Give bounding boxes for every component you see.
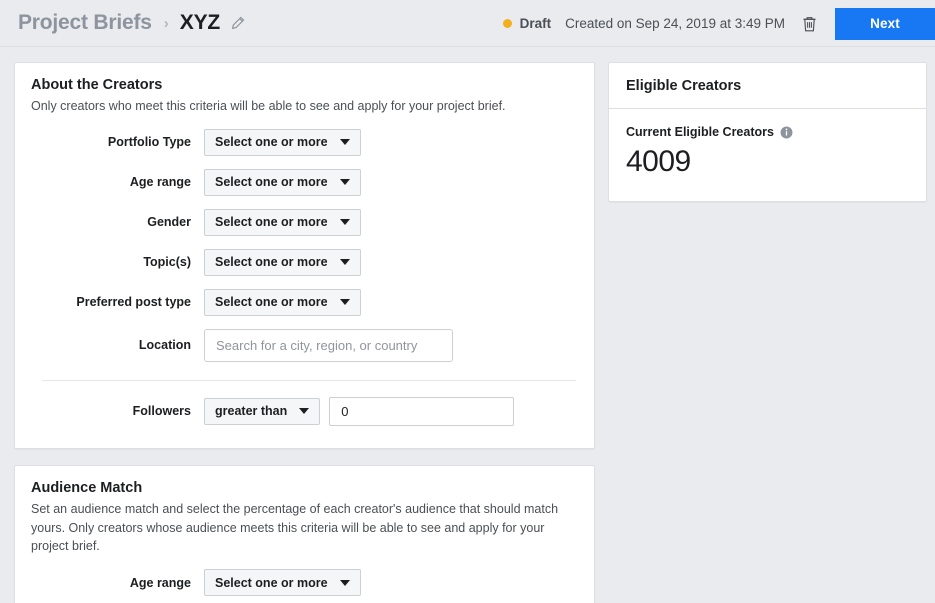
field-row-preferred-post-type: Preferred post type Select one or more xyxy=(31,288,578,316)
audience-match-card: Audience Match Set an audience match and… xyxy=(14,464,595,603)
field-row-followers: Followers greater than xyxy=(31,396,578,426)
dropdown-portfolio-type[interactable]: Select one or more xyxy=(204,128,361,156)
eligible-creators-panel: Eligible Creators Current Eligible Creat… xyxy=(608,62,927,202)
dropdown-topics-value: Select one or more xyxy=(215,255,328,270)
dropdown-age-range[interactable]: Select one or more xyxy=(204,168,361,196)
audience-match-fields: Age range Select one or more xyxy=(31,569,578,596)
chevron-down-icon xyxy=(339,299,350,306)
breadcrumb-separator-icon: › xyxy=(163,14,169,32)
field-row-age-range: Age range Select one or more xyxy=(31,168,578,196)
dropdown-gender-value: Select one or more xyxy=(215,215,328,230)
section-divider xyxy=(42,379,576,381)
label-gender: Gender xyxy=(147,215,191,230)
label-preferred-post-type: Preferred post type xyxy=(76,295,191,310)
chevron-down-icon xyxy=(339,139,350,146)
followers-count-input[interactable] xyxy=(329,396,515,426)
dropdown-gender[interactable]: Select one or more xyxy=(204,208,361,236)
dropdown-portfolio-type-value: Select one or more xyxy=(215,135,328,150)
chevron-down-icon xyxy=(339,259,350,266)
about-creators-description: Only creators who meet this criteria wil… xyxy=(31,99,506,113)
dropdown-preferred-post-type[interactable]: Select one or more xyxy=(204,288,361,316)
dropdown-topics[interactable]: Select one or more xyxy=(204,248,361,276)
about-creators-fields: Portfolio Type Select one or more Age ra… xyxy=(31,128,578,362)
chevron-down-icon xyxy=(339,579,350,586)
label-age-range: Age range xyxy=(129,175,191,190)
field-row-portfolio-type: Portfolio Type Select one or more xyxy=(31,128,578,156)
label-followers: Followers xyxy=(132,404,191,419)
field-row-topics: Topic(s) Select one or more xyxy=(31,248,578,276)
field-row-audience-age-range: Age range Select one or more xyxy=(31,569,578,596)
page-title: XYZ xyxy=(179,11,221,34)
header-status-actions: Draft Created on Sep 24, 2019 at 3:49 PM… xyxy=(502,0,935,47)
status-badge: Draft xyxy=(519,16,552,31)
page-body: About the Creators Only creators who mee… xyxy=(0,47,935,603)
current-eligible-creators-value: 4009 xyxy=(626,145,691,178)
label-location: Location xyxy=(138,338,191,353)
trash-icon[interactable] xyxy=(801,15,818,33)
left-column: About the Creators Only creators who mee… xyxy=(14,62,595,603)
eligible-creators-panel-title: Eligible Creators xyxy=(609,63,926,109)
about-creators-title: About the Creators xyxy=(31,77,163,93)
pencil-icon[interactable] xyxy=(230,16,245,31)
metric-label-text: Current Eligible Creators xyxy=(626,125,774,139)
breadcrumb-parent-link[interactable]: Project Briefs xyxy=(18,11,152,35)
right-column: Eligible Creators Current Eligible Creat… xyxy=(608,62,927,603)
chevron-down-icon xyxy=(339,219,350,226)
page-header: Project Briefs › XYZ Draft Created on Se… xyxy=(0,0,935,47)
label-topics: Topic(s) xyxy=(143,255,191,270)
status-dot-icon xyxy=(502,19,512,28)
info-icon[interactable] xyxy=(780,126,793,139)
current-eligible-creators-label: Current Eligible Creators xyxy=(626,125,909,139)
dropdown-audience-age-range-value: Select one or more xyxy=(215,575,328,590)
dropdown-preferred-post-type-value: Select one or more xyxy=(215,295,328,310)
chevron-down-icon xyxy=(299,408,310,415)
audience-match-description: Set an audience match and select the per… xyxy=(31,501,559,554)
field-row-location: Location xyxy=(31,328,578,362)
dropdown-audience-age-range[interactable]: Select one or more xyxy=(204,569,361,596)
dropdown-age-range-value: Select one or more xyxy=(215,175,328,190)
breadcrumb: Project Briefs › XYZ xyxy=(18,11,245,35)
label-audience-age-range: Age range xyxy=(129,575,191,590)
field-row-gender: Gender Select one or more xyxy=(31,208,578,236)
label-portfolio-type: Portfolio Type xyxy=(107,135,191,150)
location-search-input[interactable] xyxy=(204,328,453,362)
next-button[interactable]: Next xyxy=(835,7,935,40)
created-timestamp: Created on Sep 24, 2019 at 3:49 PM xyxy=(565,16,785,31)
chevron-down-icon xyxy=(339,179,350,186)
dropdown-followers-operator[interactable]: greater than xyxy=(204,397,321,425)
about-creators-card: About the Creators Only creators who mee… xyxy=(14,62,595,449)
audience-match-title: Audience Match xyxy=(31,479,143,496)
dropdown-followers-operator-value: greater than xyxy=(215,404,288,419)
